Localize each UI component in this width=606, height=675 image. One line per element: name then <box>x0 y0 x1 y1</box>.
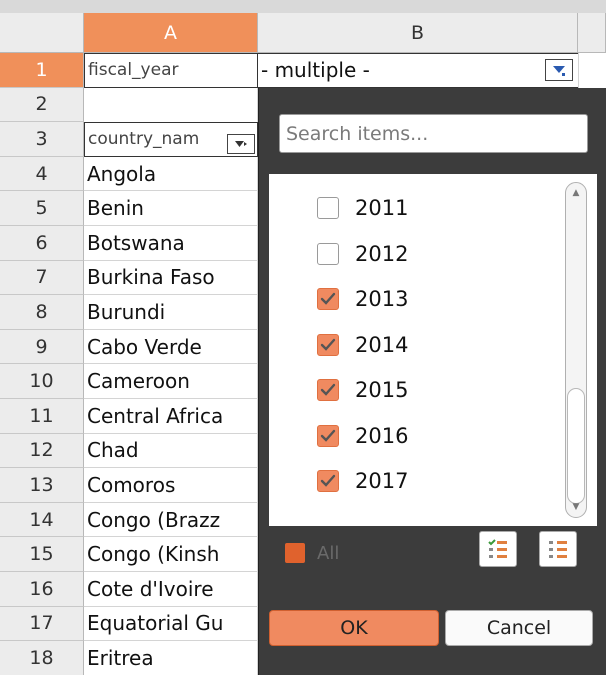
toolbar-strip <box>0 0 606 13</box>
column-header-c[interactable] <box>578 13 606 53</box>
cell-c1[interactable] <box>578 53 606 88</box>
row-header[interactable]: 5 <box>0 191 84 226</box>
filter-item-checkbox[interactable] <box>317 424 339 447</box>
country-cell[interactable]: Botswana <box>84 226 258 261</box>
row-header[interactable]: 17 <box>0 606 84 642</box>
scrollbar-thumb[interactable] <box>567 388 585 504</box>
filter-items-list[interactable]: 2011 2012 2013 2014 2015 2016 2017 ▲ ▼ <box>269 174 597 526</box>
row-header[interactable]: 7 <box>0 260 84 296</box>
country-cell[interactable]: Congo (Brazz <box>84 502 258 538</box>
cancel-button[interactable]: Cancel <box>445 610 593 646</box>
filter-item-label: 2012 <box>355 241 409 266</box>
list-icon <box>549 541 567 558</box>
vertical-scrollbar[interactable]: ▲ ▼ <box>565 182 587 518</box>
all-label: All <box>317 542 340 564</box>
all-checkbox-row[interactable]: All <box>285 540 339 566</box>
select-all-corner[interactable] <box>0 13 84 53</box>
row-header[interactable]: 15 <box>0 537 84 572</box>
country-cell[interactable]: Burundi <box>84 295 258 330</box>
country-cell[interactable]: Cote d'Ivoire <box>84 572 258 607</box>
triangle-down-icon <box>235 141 247 147</box>
country-cell[interactable]: Comoros <box>84 468 258 503</box>
search-input[interactable]: Search items... <box>279 114 588 153</box>
filter-item-label: 2017 <box>355 469 409 493</box>
filter-item[interactable]: 2017 <box>317 461 408 501</box>
row-field-label: country_nam <box>88 129 200 150</box>
column-header-b[interactable]: B <box>258 13 578 53</box>
country-cell[interactable]: Angola <box>84 156 258 192</box>
filter-field-value[interactable]: - multiple - <box>257 53 579 88</box>
all-checkbox[interactable] <box>285 543 305 563</box>
row-field-dropdown-button[interactable] <box>227 134 255 154</box>
cell-a2[interactable] <box>84 88 258 123</box>
filter-item-checkbox[interactable] <box>317 470 339 492</box>
row-header[interactable]: 13 <box>0 468 84 503</box>
autofilter-popup: Search items... 2011 2012 2013 2014 2015 2016… <box>258 88 606 675</box>
country-cell[interactable]: Cameroon <box>84 364 258 399</box>
filter-item[interactable]: 2013 <box>317 279 408 319</box>
row-header[interactable]: 8 <box>0 295 84 330</box>
filter-item-label: 2014 <box>355 332 409 357</box>
row-header[interactable]: 2 <box>0 87 84 123</box>
country-cell[interactable]: Chad <box>84 433 258 469</box>
row-header[interactable]: 12 <box>0 433 84 469</box>
filter-field-label[interactable]: fiscal_year <box>84 53 258 88</box>
filter-dropdown-button[interactable] <box>545 59 573 81</box>
row-header[interactable]: 4 <box>0 156 84 192</box>
filter-item-checkbox[interactable] <box>317 288 339 310</box>
filter-item-label: 2011 <box>355 196 409 220</box>
filter-item[interactable]: 2016 <box>317 416 408 456</box>
country-cell[interactable]: Equatorial Gu <box>84 606 258 642</box>
country-cell[interactable]: Benin <box>84 191 258 226</box>
filter-item[interactable]: 2015 <box>317 370 408 410</box>
checkmark-icon <box>320 338 336 351</box>
row-header[interactable]: 6 <box>0 226 84 261</box>
row-header[interactable]: 3 <box>0 122 84 157</box>
checkmark-icon <box>320 292 336 305</box>
filter-item-label: 2015 <box>355 378 409 402</box>
filter-item-label: 2013 <box>355 287 409 311</box>
country-cell[interactable]: Central Africa <box>84 399 258 434</box>
scroll-down-icon[interactable]: ▼ <box>566 500 586 514</box>
filter-item-checkbox[interactable] <box>317 242 339 265</box>
filter-item[interactable]: 2014 <box>317 325 408 365</box>
checkmark-icon <box>320 474 336 487</box>
country-cell[interactable]: Congo (Kinsh <box>84 537 258 572</box>
select-all-button[interactable] <box>479 531 517 567</box>
filter-item-checkbox[interactable] <box>317 333 339 356</box>
triangle-down-icon <box>553 66 565 76</box>
row-header[interactable]: 10 <box>0 364 84 399</box>
check-list-icon <box>488 539 507 558</box>
filter-item-label: 2016 <box>355 423 409 448</box>
select-none-button[interactable] <box>539 531 577 567</box>
spreadsheet-window: A B 1 2 3 4 5 6 7 8 9 10 11 12 13 14 15 16 17 18 fiscal_y… <box>0 0 606 675</box>
filter-item-checkbox[interactable] <box>317 379 339 401</box>
row-header[interactable]: 1 <box>0 53 84 88</box>
filter-item[interactable]: 2012 <box>317 234 408 274</box>
ok-button[interactable]: OK <box>269 610 439 646</box>
row-header[interactable]: 9 <box>0 329 84 365</box>
column-header-a[interactable]: A <box>84 13 258 53</box>
scroll-up-icon[interactable]: ▲ <box>566 186 586 200</box>
row-header[interactable]: 14 <box>0 502 84 538</box>
row-header[interactable]: 11 <box>0 399 84 434</box>
checkmark-icon <box>320 429 336 442</box>
filter-item[interactable]: 2011 <box>317 188 408 228</box>
country-cell[interactable]: Cabo Verde <box>84 329 258 365</box>
checkmark-icon <box>320 383 336 396</box>
filter-value-text: - multiple - <box>261 58 370 83</box>
country-cell[interactable]: Burkina Faso <box>84 260 258 296</box>
row-header[interactable]: 18 <box>0 641 84 675</box>
country-cell[interactable]: Eritrea <box>84 641 258 675</box>
row-header[interactable]: 16 <box>0 572 84 607</box>
filter-item-checkbox[interactable] <box>317 197 339 219</box>
